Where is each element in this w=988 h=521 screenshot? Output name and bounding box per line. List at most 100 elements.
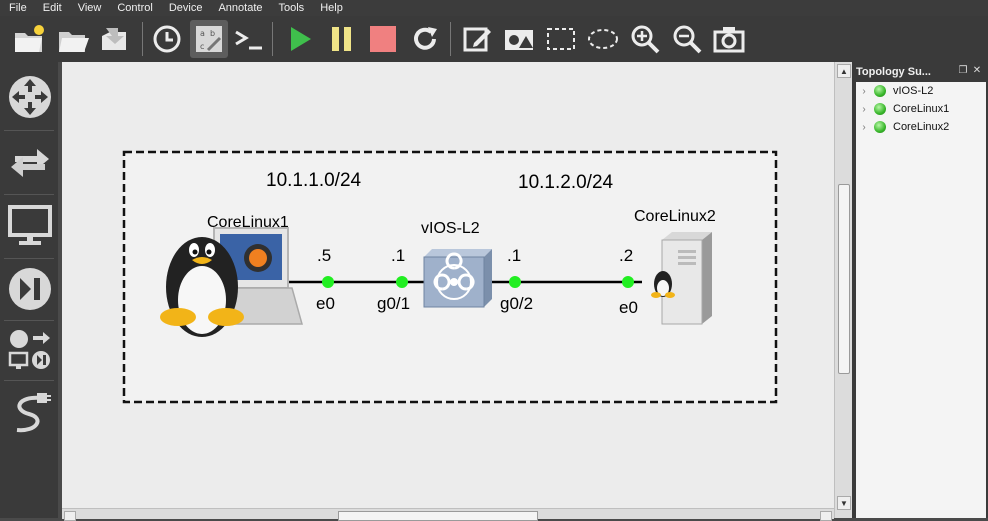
stop-icon — [370, 26, 396, 52]
topology-drawing — [122, 150, 778, 404]
reload-all-button[interactable] — [406, 20, 444, 58]
corelinux1-ip-label: .5 — [317, 246, 332, 265]
subnet1-label[interactable]: 10.1.1.0/24 — [266, 170, 361, 192]
camera-icon — [713, 27, 745, 53]
expand-chevron-icon[interactable]: › — [856, 86, 872, 97]
zoom-in-button[interactable] — [626, 20, 664, 58]
snapshot-button[interactable] — [148, 20, 186, 58]
save-icon — [102, 28, 126, 50]
browse-routers-button[interactable] — [2, 66, 58, 128]
link-status-dot — [509, 276, 521, 288]
add-note-button[interactable] — [458, 20, 496, 58]
topology-item-corelinux1[interactable]: › CoreLinux1 — [856, 100, 986, 118]
main-toolbar: abc — [0, 16, 988, 62]
corelinux1-interface-label: e0 — [316, 294, 335, 313]
save-project-button[interactable] — [96, 20, 134, 58]
vios-l2-switch-icon — [423, 249, 492, 308]
scroll-right-arrow-icon[interactable] — [820, 511, 832, 521]
topology-summary-list: › vIOS-L2 › CoreLinux1 › CoreLinux2 — [856, 82, 986, 518]
topology-item-label: CoreLinux2 — [893, 121, 950, 133]
subnet2-label[interactable]: 10.1.2.0/24 — [518, 172, 613, 194]
draw-rectangle-button[interactable] — [542, 20, 580, 58]
console-all-button[interactable] — [230, 20, 268, 58]
svg-text:b: b — [210, 29, 215, 38]
menu-edit[interactable]: Edit — [34, 0, 69, 16]
topology-canvas[interactable]: 10.1.1.0/24 10.1.2.0/24 CoreLinux1 vIOS-… — [62, 62, 834, 518]
corelinux1-name-label[interactable]: CoreLinux1 — [207, 214, 289, 232]
note-icon — [463, 27, 491, 52]
browse-end-devices-button[interactable] — [2, 196, 58, 256]
svg-text:a: a — [200, 29, 205, 38]
link-status-dot — [622, 276, 634, 288]
image-icon — [505, 30, 533, 50]
cable-icon — [16, 393, 51, 433]
svg-text:c: c — [200, 42, 204, 51]
zoom-out-icon — [673, 25, 702, 54]
topology-item-label: vIOS-L2 — [893, 85, 934, 97]
switch-right-interface-label: g0/2 — [500, 294, 534, 313]
topology-item-label: CoreLinux1 — [893, 103, 950, 115]
link-status-dot — [322, 276, 334, 288]
vios-l2-name-label[interactable]: vIOS-L2 — [421, 220, 480, 238]
browse-switches-button[interactable] — [2, 132, 58, 192]
router-icon — [9, 76, 51, 118]
open-folder-icon — [59, 32, 89, 52]
switch-right-ip-label: .1 — [507, 246, 522, 265]
float-panel-icon[interactable]: ❐ — [958, 66, 968, 76]
suspend-all-button[interactable] — [322, 20, 360, 58]
expand-chevron-icon[interactable]: › — [856, 122, 872, 133]
scroll-up-arrow-icon[interactable]: ▲ — [837, 64, 851, 78]
monitor-icon — [8, 205, 52, 245]
show-interface-labels-button[interactable]: abc — [190, 20, 228, 58]
menu-help[interactable]: Help — [311, 0, 350, 16]
start-all-button[interactable] — [280, 20, 318, 58]
new-folder-icon — [15, 25, 44, 52]
menu-bar: File Edit View Control Device Annotate T… — [0, 0, 988, 16]
all-devices-icon — [8, 330, 50, 369]
horizontal-scroll-thumb[interactable] — [338, 511, 538, 521]
topology-item-vios-l2[interactable]: › vIOS-L2 — [856, 82, 986, 100]
zoom-in-icon — [631, 25, 660, 54]
labels-icon: a bc — [196, 26, 222, 52]
new-project-button[interactable] — [10, 20, 48, 58]
browse-security-devices-button[interactable] — [2, 260, 58, 318]
terminal-icon — [235, 30, 262, 50]
screenshot-button[interactable] — [710, 20, 748, 58]
insert-image-button[interactable] — [500, 20, 538, 58]
open-project-button[interactable] — [54, 20, 92, 58]
status-started-icon — [874, 121, 886, 133]
clock-icon — [153, 25, 181, 53]
reload-icon — [414, 27, 437, 50]
browse-all-devices-button[interactable] — [2, 322, 58, 378]
close-panel-icon[interactable]: ✕ — [972, 66, 982, 76]
draw-ellipse-button[interactable] — [584, 20, 622, 58]
status-started-icon — [874, 85, 886, 97]
menu-tools[interactable]: Tools — [270, 0, 312, 16]
add-link-button[interactable] — [2, 382, 58, 442]
rectangle-icon — [547, 28, 575, 50]
canvas-horizontal-scrollbar[interactable] — [62, 508, 834, 521]
stop-all-button[interactable] — [364, 20, 402, 58]
corelinux2-ip-label: .2 — [619, 246, 634, 265]
device-toolbar — [0, 62, 58, 518]
scroll-down-arrow-icon[interactable]: ▼ — [837, 496, 851, 510]
topology-summary-panel: Topology Su... ❐ ✕ › vIOS-L2 › CoreLinux… — [852, 62, 988, 518]
pause-icon — [332, 27, 351, 51]
menu-annotate[interactable]: Annotate — [209, 0, 269, 16]
expand-chevron-icon[interactable]: › — [856, 104, 872, 115]
topology-item-corelinux2[interactable]: › CoreLinux2 — [856, 118, 986, 136]
corelinux2-name-label[interactable]: CoreLinux2 — [634, 208, 716, 226]
corelinux2-interface-label: e0 — [619, 298, 638, 317]
menu-file[interactable]: File — [0, 0, 34, 16]
menu-device[interactable]: Device — [160, 0, 210, 16]
menu-control[interactable]: Control — [108, 0, 159, 16]
play-icon — [291, 27, 311, 51]
status-started-icon — [874, 103, 886, 115]
menu-view[interactable]: View — [69, 0, 109, 16]
firewall-icon — [9, 268, 51, 310]
canvas-vertical-scrollbar[interactable]: ▲ ▼ — [834, 62, 853, 518]
zoom-out-button[interactable] — [668, 20, 706, 58]
scroll-left-arrow-icon[interactable] — [64, 511, 76, 521]
ellipse-icon — [588, 29, 618, 49]
vertical-scroll-thumb[interactable] — [838, 184, 850, 374]
